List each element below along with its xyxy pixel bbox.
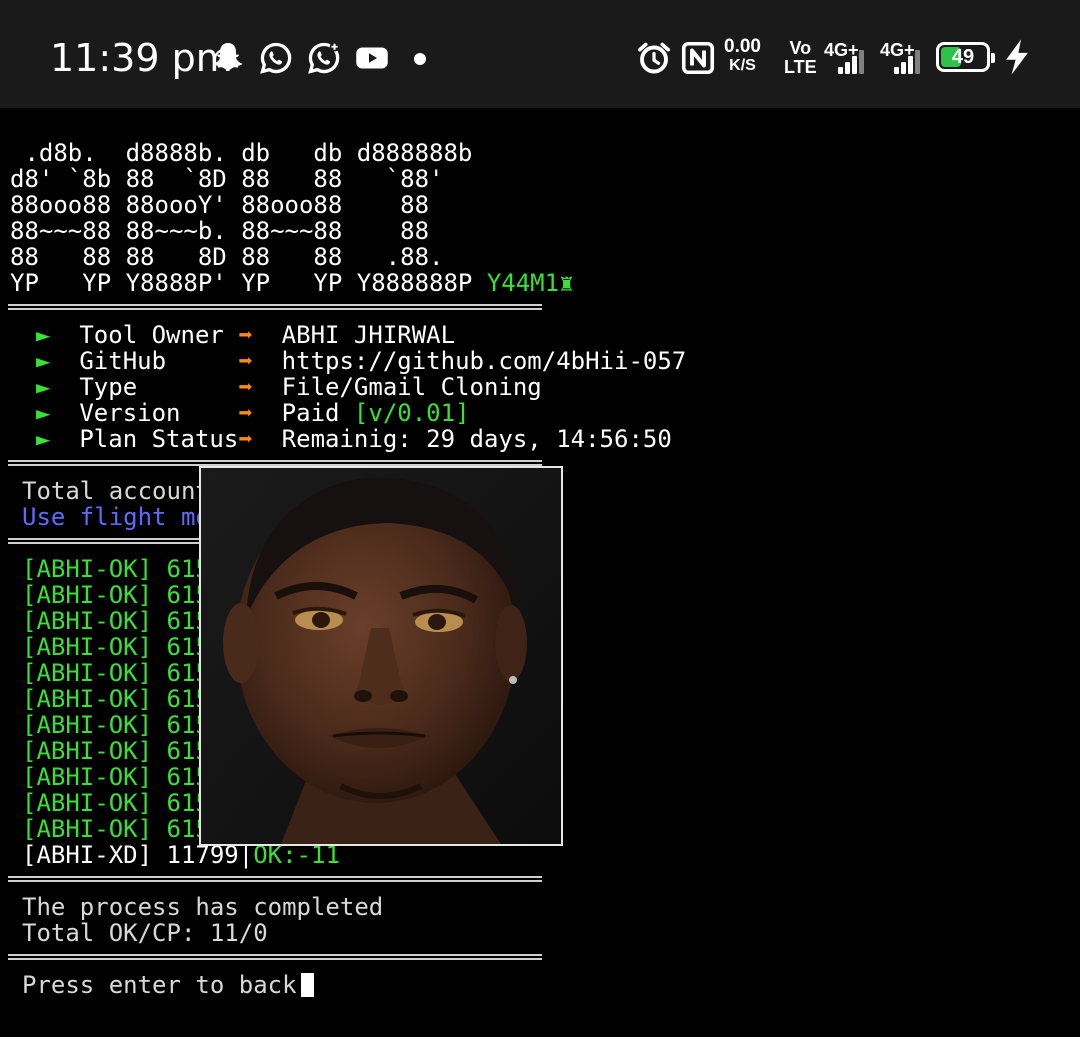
ok-result-row: [ABHI-OK] 6157 (22, 685, 225, 713)
battery-level: 49 (951, 46, 975, 68)
ok-result-row: [ABHI-OK] 6157 (22, 633, 225, 661)
more-notifications-dot (414, 53, 426, 65)
sim2-signal-icon (892, 46, 926, 74)
charging-bolt-icon (1000, 38, 1034, 76)
bullet-icon: ► (36, 373, 51, 401)
separator (8, 304, 542, 310)
ok-result-row: [ABHI-OK] 6157 (22, 607, 225, 635)
separator (8, 954, 542, 960)
bullet-icon: ► (36, 321, 51, 349)
info-value: ABHI JHIRWAL (281, 321, 456, 349)
info-label: GitHub (79, 347, 239, 375)
arrow-icon: ➡ (238, 425, 253, 453)
portrait-photo-overlay[interactable] (199, 466, 563, 846)
version-tag: [v/0.01] (353, 399, 470, 427)
ok-result-row: [ABHI-OK] 6157 (22, 555, 225, 583)
alarm-icon (636, 40, 672, 76)
prompt-line[interactable]: Press enter to back (22, 972, 314, 998)
prompt-text: Press enter to back (22, 971, 297, 999)
info-row-github: ► GitHub ➡ https://github.com/4bHii-057 (36, 348, 686, 374)
info-value: Paid (281, 399, 354, 427)
info-value: https://github.com/4bHii-057 (281, 347, 687, 375)
info-row-owner: ► Tool Owner ➡ ABHI JHIRWAL (36, 322, 455, 348)
text-cursor (300, 973, 314, 997)
flight-mode-notice: Use flight mod (22, 503, 225, 531)
youtube-icon (354, 40, 390, 76)
volte-top: Vo (789, 38, 812, 58)
battery-icon: 49 (936, 42, 995, 72)
info-row-type: ► Type ➡ File/Gmail Cloning (36, 374, 542, 400)
snapchat-icon (210, 40, 246, 76)
arrow-icon: ➡ (238, 373, 253, 401)
completed-message: The process has completed (22, 893, 384, 921)
ok-result-row: [ABHI-OK] 6157 (22, 815, 225, 843)
info-value: Remainig: 29 days, 14:56:50 (281, 425, 672, 453)
banner-line: 88 88 88 8D 88 88 .88. (10, 243, 444, 271)
bullet-icon: ► (36, 399, 51, 427)
total-accounts-text: Total account (22, 477, 210, 505)
volte-indicator: Vo LTE (784, 39, 817, 77)
status-bar: 11:39 pm 0.00 K/S Vo LTE 4G+ 4G+ 49 (0, 0, 1080, 108)
ok-result-row: [ABHI-OK] 6157 (22, 737, 225, 765)
banner-line-last: YP YP Y8888P' YP YP Y888888P Y44M1♜ (10, 270, 574, 296)
banner-line-text: YP YP Y8888P' YP YP Y888888P (10, 269, 473, 297)
info-label: Type (79, 373, 239, 401)
portrait-photo (201, 468, 561, 844)
info-label: Plan Status (79, 425, 239, 453)
volte-bottom: LTE (784, 57, 817, 77)
trophy-icon: ♜ (559, 269, 574, 297)
bullet-icon: ► (36, 425, 51, 453)
network-speed: 0.00 K/S (724, 37, 761, 75)
banner-tag: Y44M1 (486, 269, 560, 297)
separator (8, 876, 542, 882)
totals-message: Total OK/CP: 11/0 (22, 919, 268, 947)
ok-result-row: [ABHI-OK] 6157 (22, 659, 225, 687)
nfc-icon (680, 40, 716, 76)
info-label: Tool Owner (79, 321, 239, 349)
info-row-version: ► Version ➡ Paid [v/0.01] (36, 400, 470, 426)
ok-result-row: [ABHI-OK] 6157 (22, 763, 225, 791)
ok-result-row: [ABHI-OK] 6157 (22, 711, 225, 739)
network-speed-unit: K/S (729, 57, 756, 74)
arrow-icon: ➡ (238, 347, 253, 375)
arrow-icon: ➡ (238, 399, 253, 427)
info-value: File/Gmail Cloning (281, 373, 542, 401)
battery-nub (991, 53, 995, 63)
status-time: 11:39 pm (50, 36, 233, 80)
sim1-signal-icon (836, 46, 870, 74)
whatsapp-icon (258, 40, 294, 76)
banner-line: .d8b. d8888b. db db d888888b (10, 139, 473, 167)
info-label: Version (79, 399, 239, 427)
ok-result-row: [ABHI-OK] 6157 (22, 789, 225, 817)
ok-result-row: [ABHI-OK] 6157 (22, 581, 225, 609)
banner-line: 88ooo88 88oooY' 88ooo88 88 (10, 191, 430, 219)
network-speed-value: 0.00 (724, 36, 761, 57)
whatsapp-business-icon (306, 40, 342, 76)
info-row-plan: ► Plan Status➡ Remainig: 29 days, 14:56:… (36, 426, 672, 452)
bullet-icon: ► (36, 347, 51, 375)
arrow-icon: ➡ (238, 321, 253, 349)
banner-line: d8' `8b 88 `8D 88 88 `88' (10, 165, 444, 193)
banner-line: 88~~~88 88~~~b. 88~~~88 88 (10, 217, 430, 245)
